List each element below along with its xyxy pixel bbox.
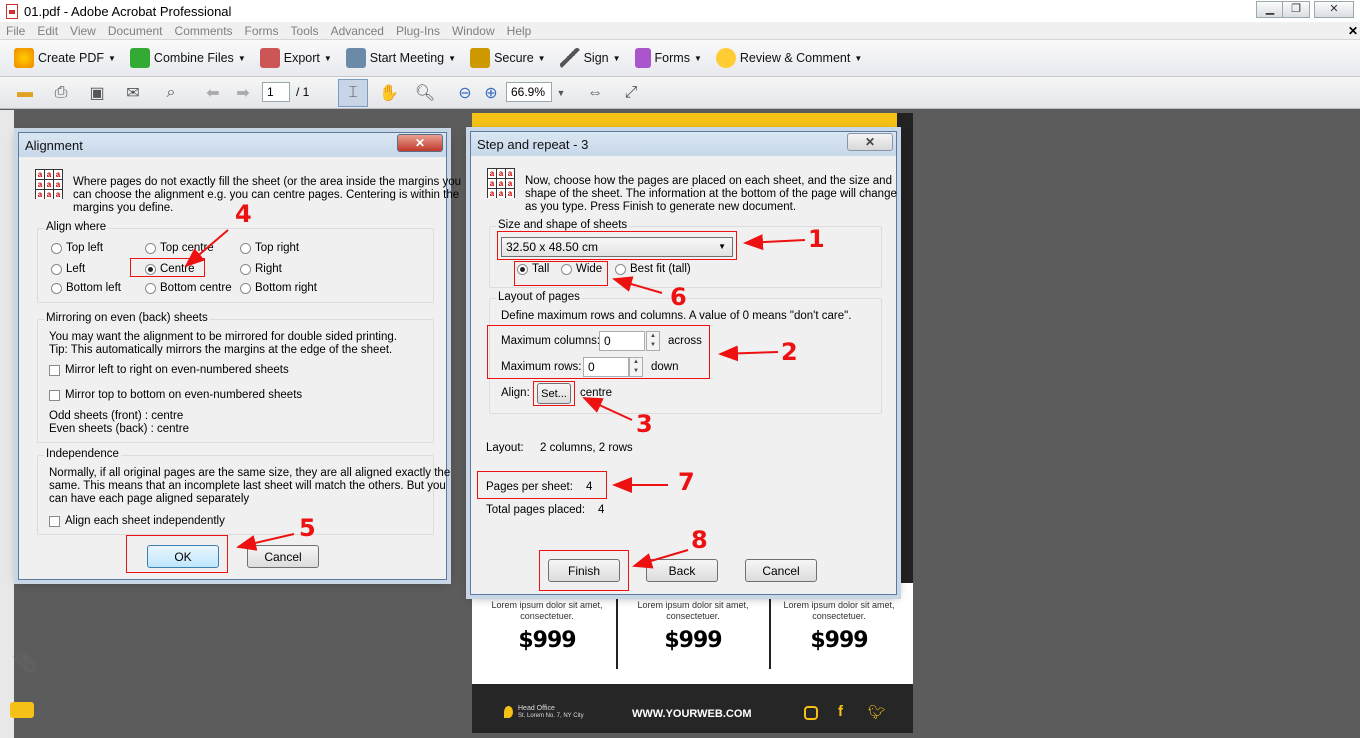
annotation-number-2: 2 [781, 338, 798, 366]
arrow-2 [718, 345, 779, 362]
annotation-number-7: 7 [678, 468, 695, 496]
arrow-6 [612, 276, 663, 294]
annotation-number-6: 6 [670, 283, 687, 311]
annotation-arrows [184, 229, 806, 569]
annotation-number-5: 5 [299, 514, 316, 542]
arrow-8 [632, 549, 689, 569]
annotation-number-3: 3 [636, 410, 653, 438]
annotation-number-8: 8 [691, 526, 708, 554]
arrow-4 [184, 229, 229, 268]
annotation-number-1: 1 [808, 225, 825, 253]
arrow-1 [743, 234, 806, 251]
arrow-5 [236, 533, 295, 551]
annotation-number-4: 4 [235, 200, 252, 228]
arrow-3 [582, 397, 633, 421]
